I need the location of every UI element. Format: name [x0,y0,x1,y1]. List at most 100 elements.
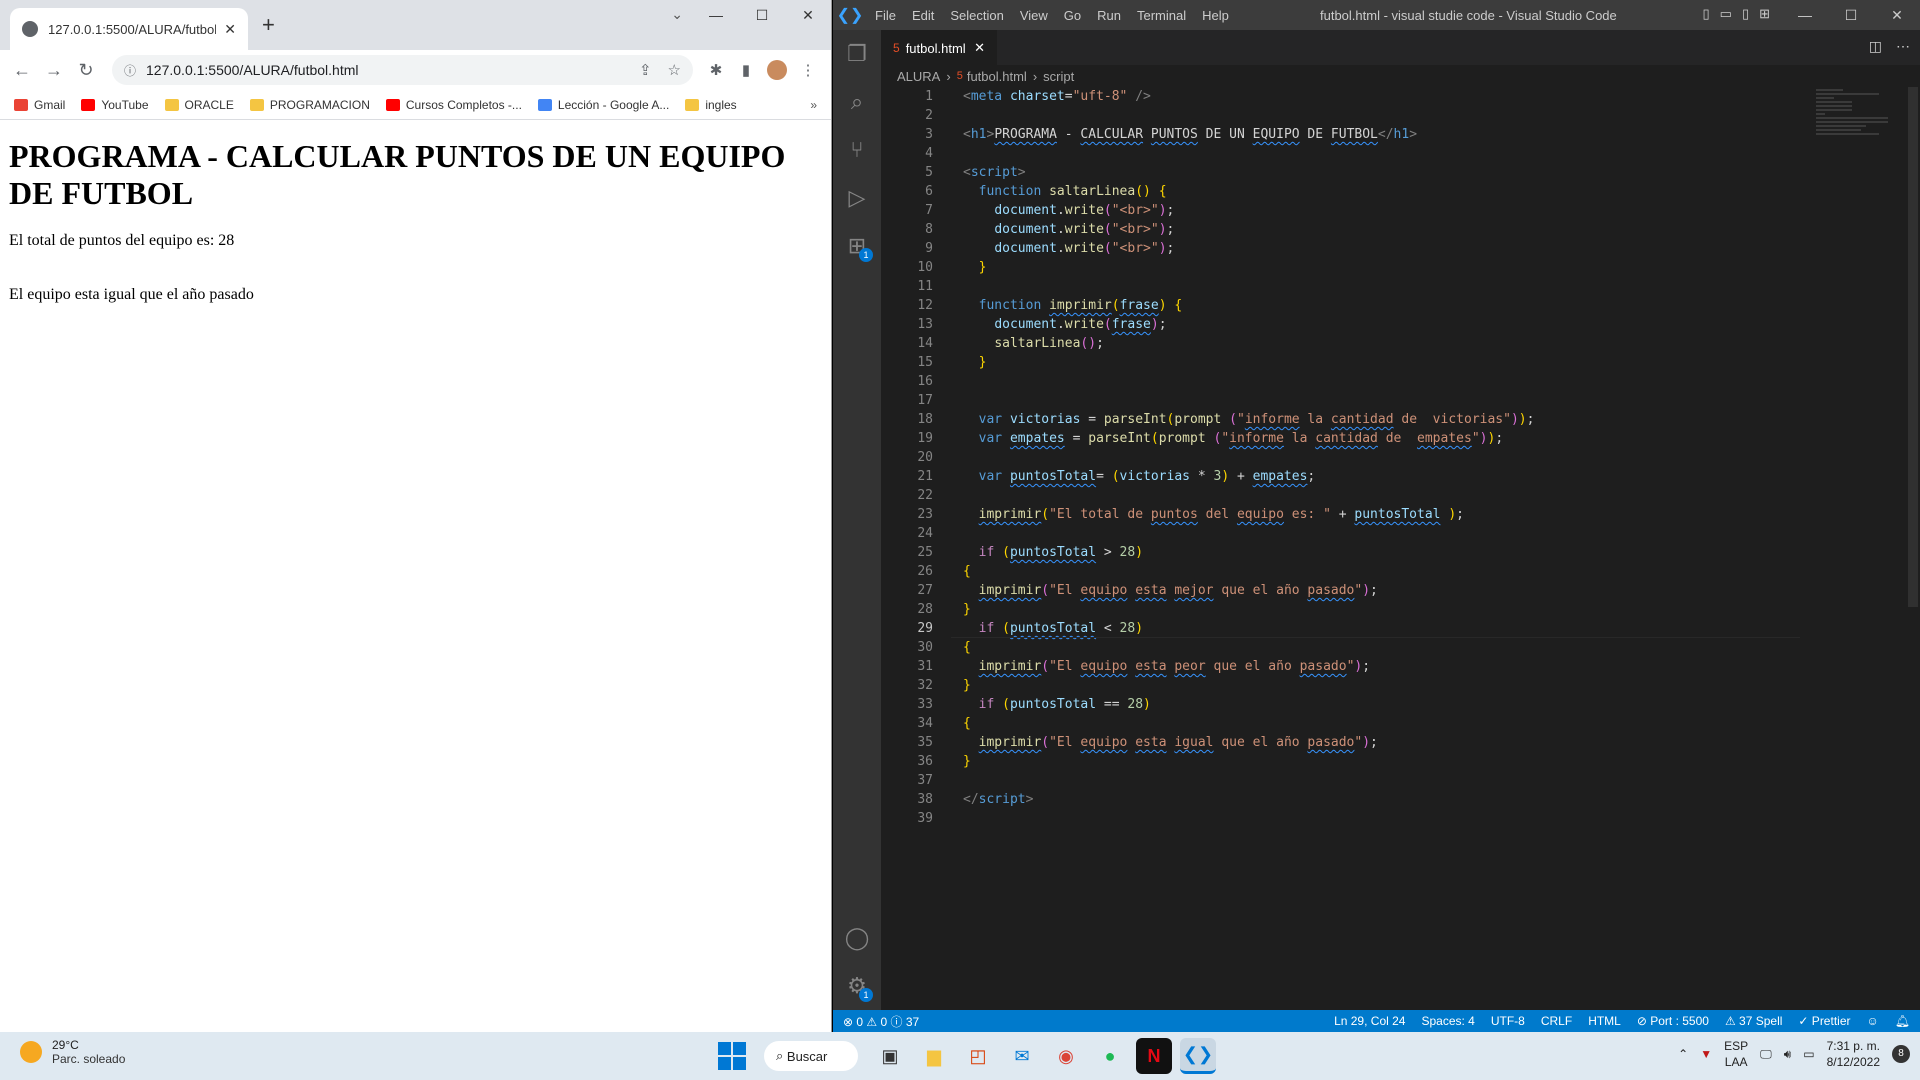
volume-icon[interactable]: 🔊︎ [1784,1047,1792,1062]
code-line[interactable]: 22 [881,486,1920,505]
run-debug-icon[interactable]: ▷ [833,174,881,222]
code-line[interactable]: 5 <script> [881,163,1920,182]
toggle-panel-icon[interactable]: ▭ [1720,6,1732,22]
network-icon[interactable]: 🖵︎ [1760,1047,1772,1062]
bookmark-youtube[interactable]: YouTube [81,98,149,112]
code-line[interactable]: 34{ [881,714,1920,733]
code-line[interactable]: 14 saltarLinea(); [881,334,1920,353]
code-line[interactable]: 2 [881,106,1920,125]
code-line[interactable]: 38 </script> [881,790,1920,809]
bookmark-programacion[interactable]: PROGRAMACION [249,98,370,112]
profile-avatar[interactable] [767,60,787,80]
cursor-position[interactable]: Ln 29, Col 24 [1334,1014,1405,1028]
code-line[interactable]: 4 [881,144,1920,163]
search-icon[interactable]: ⌕ [833,78,881,126]
bookmark-star-icon[interactable]: ☆ [668,61,681,79]
side-panel-icon[interactable]: ▮ [731,61,761,79]
clock[interactable]: 7:31 p. m. 8/12/2022 [1827,1038,1880,1070]
code-line[interactable]: 24 [881,524,1920,543]
maximize-icon[interactable]: ☐ [739,0,785,32]
code-line-current[interactable]: 29 if (puntosTotal < 28) [881,619,1920,638]
menu-run[interactable]: Run [1089,8,1129,23]
browser-menu-icon[interactable]: ⋮ [793,61,823,79]
live-server-port[interactable]: ⊘ Port : 5500 [1637,1014,1709,1028]
menu-file[interactable]: File [867,8,904,23]
share-icon[interactable]: ⇪ [639,61,652,79]
code-line[interactable]: 8 document.write("<br>"); [881,220,1920,239]
menu-help[interactable]: Help [1194,8,1237,23]
menu-selection[interactable]: Selection [942,8,1011,23]
code-line[interactable]: 28} [881,600,1920,619]
close-tab-icon[interactable]: ✕ [224,21,236,38]
editor-scrollbar[interactable] [1906,87,1920,1010]
menu-view[interactable]: View [1012,8,1056,23]
code-line[interactable]: 10 } [881,258,1920,277]
code-line[interactable]: 9 document.write("<br>"); [881,239,1920,258]
problems-indicator[interactable]: ⊗ 0 ⚠ 0 ⓘ 37 [843,1013,919,1030]
extensions-icon[interactable]: ✱ [701,61,731,79]
code-line[interactable]: 3 <h1>PROGRAMA - CALCULAR PUNTOS DE UN EQ… [881,125,1920,144]
code-line[interactable]: 20 [881,448,1920,467]
new-tab-button[interactable]: + [262,12,275,38]
code-line[interactable]: 16 [881,372,1920,391]
site-info-icon[interactable]: ⓘ [124,62,136,79]
mail-icon[interactable]: ✉ [1004,1038,1040,1074]
explorer-icon[interactable]: ❐ [833,30,881,78]
weather-widget[interactable]: 29°C Parc. soleado [20,1038,125,1066]
netflix-icon[interactable]: N [1136,1038,1172,1074]
code-line[interactable]: 11 [881,277,1920,296]
toggle-secondary-sidebar-icon[interactable]: ▯ [1742,6,1749,22]
chevron-up-icon[interactable]: ⌃ [1678,1047,1688,1061]
code-line[interactable]: 19 var empates = parseInt(prompt ("infor… [881,429,1920,448]
encoding[interactable]: UTF-8 [1491,1014,1525,1028]
breadcrumb-symbol[interactable]: script [1043,69,1074,84]
code-line[interactable]: 30{ [881,638,1920,657]
breadcrumb-file[interactable]: futbol.html [967,69,1027,84]
chrome-icon[interactable]: ◉ [1048,1038,1084,1074]
customize-layout-icon[interactable]: ⊞ [1759,6,1770,22]
code-line[interactable]: 31 imprimir("El equipo esta peor que el … [881,657,1920,676]
settings-gear-icon[interactable]: ⚙ 1 [833,962,881,1010]
vscode-taskbar-icon[interactable]: ❮❯ [1180,1038,1216,1074]
code-line[interactable]: 15 } [881,353,1920,372]
language-mode[interactable]: HTML [1588,1014,1621,1028]
line-ending[interactable]: CRLF [1541,1014,1572,1028]
code-line[interactable]: 18 var victorias = parseInt(prompt ("inf… [881,410,1920,429]
language-indicator[interactable]: ESP LAA [1724,1038,1748,1070]
code-line[interactable]: 13 document.write(frase); [881,315,1920,334]
toggle-sidebar-icon[interactable]: ▯ [1702,6,1709,22]
code-line[interactable]: 39 [881,809,1920,828]
code-line[interactable]: 25 if (puntosTotal > 28) [881,543,1920,562]
extensions-icon[interactable]: ⊞ 1 [833,222,881,270]
forward-arrow-icon[interactable]: → [40,56,68,84]
minimize-icon[interactable]: — [693,0,739,32]
code-line[interactable]: 27 imprimir("El equipo esta mejor que el… [881,581,1920,600]
code-line[interactable]: 1 <meta charset="uft-8" /> [881,87,1920,106]
close-window-icon[interactable]: ✕ [1874,0,1920,30]
browser-tab[interactable]: 127.0.0.1:5500/ALURA/futbol.htm ✕ [10,8,248,50]
more-actions-icon[interactable]: ⋯ [1896,38,1910,55]
start-button[interactable] [714,1038,750,1074]
feedback-icon[interactable]: ☺ [1867,1014,1879,1028]
code-line[interactable]: 35 imprimir("El equipo esta igual que el… [881,733,1920,752]
minimap[interactable] [1816,87,1906,167]
menu-terminal[interactable]: Terminal [1129,8,1194,23]
close-window-icon[interactable]: ✕ [785,0,831,32]
spotify-icon[interactable]: ● [1092,1038,1128,1074]
code-line[interactable]: 36} [881,752,1920,771]
editor-tab-futbol[interactable]: 5 futbol.html ✕ [881,30,997,65]
maximize-icon[interactable]: ☐ [1828,0,1874,30]
reload-icon[interactable]: ↻ [72,56,100,84]
code-line[interactable]: 7 document.write("<br>"); [881,201,1920,220]
bookmark-ingles[interactable]: ingles [685,98,737,112]
spell-check[interactable]: ⚠ 37 Spell [1725,1014,1782,1028]
task-view-icon[interactable]: ▣ [872,1038,908,1074]
tab-search-icon[interactable]: ⌄ [671,6,683,23]
code-line[interactable]: 17 [881,391,1920,410]
bookmark-gmail[interactable]: Gmail [14,98,65,112]
minimize-icon[interactable]: — [1782,0,1828,30]
file-explorer-icon[interactable]: ▆ [916,1038,952,1074]
mcafee-icon[interactable]: ▼ [1700,1047,1712,1061]
address-url[interactable]: 127.0.0.1:5500/ALURA/futbol.html [146,62,623,78]
split-editor-icon[interactable]: ◫ [1869,38,1882,55]
